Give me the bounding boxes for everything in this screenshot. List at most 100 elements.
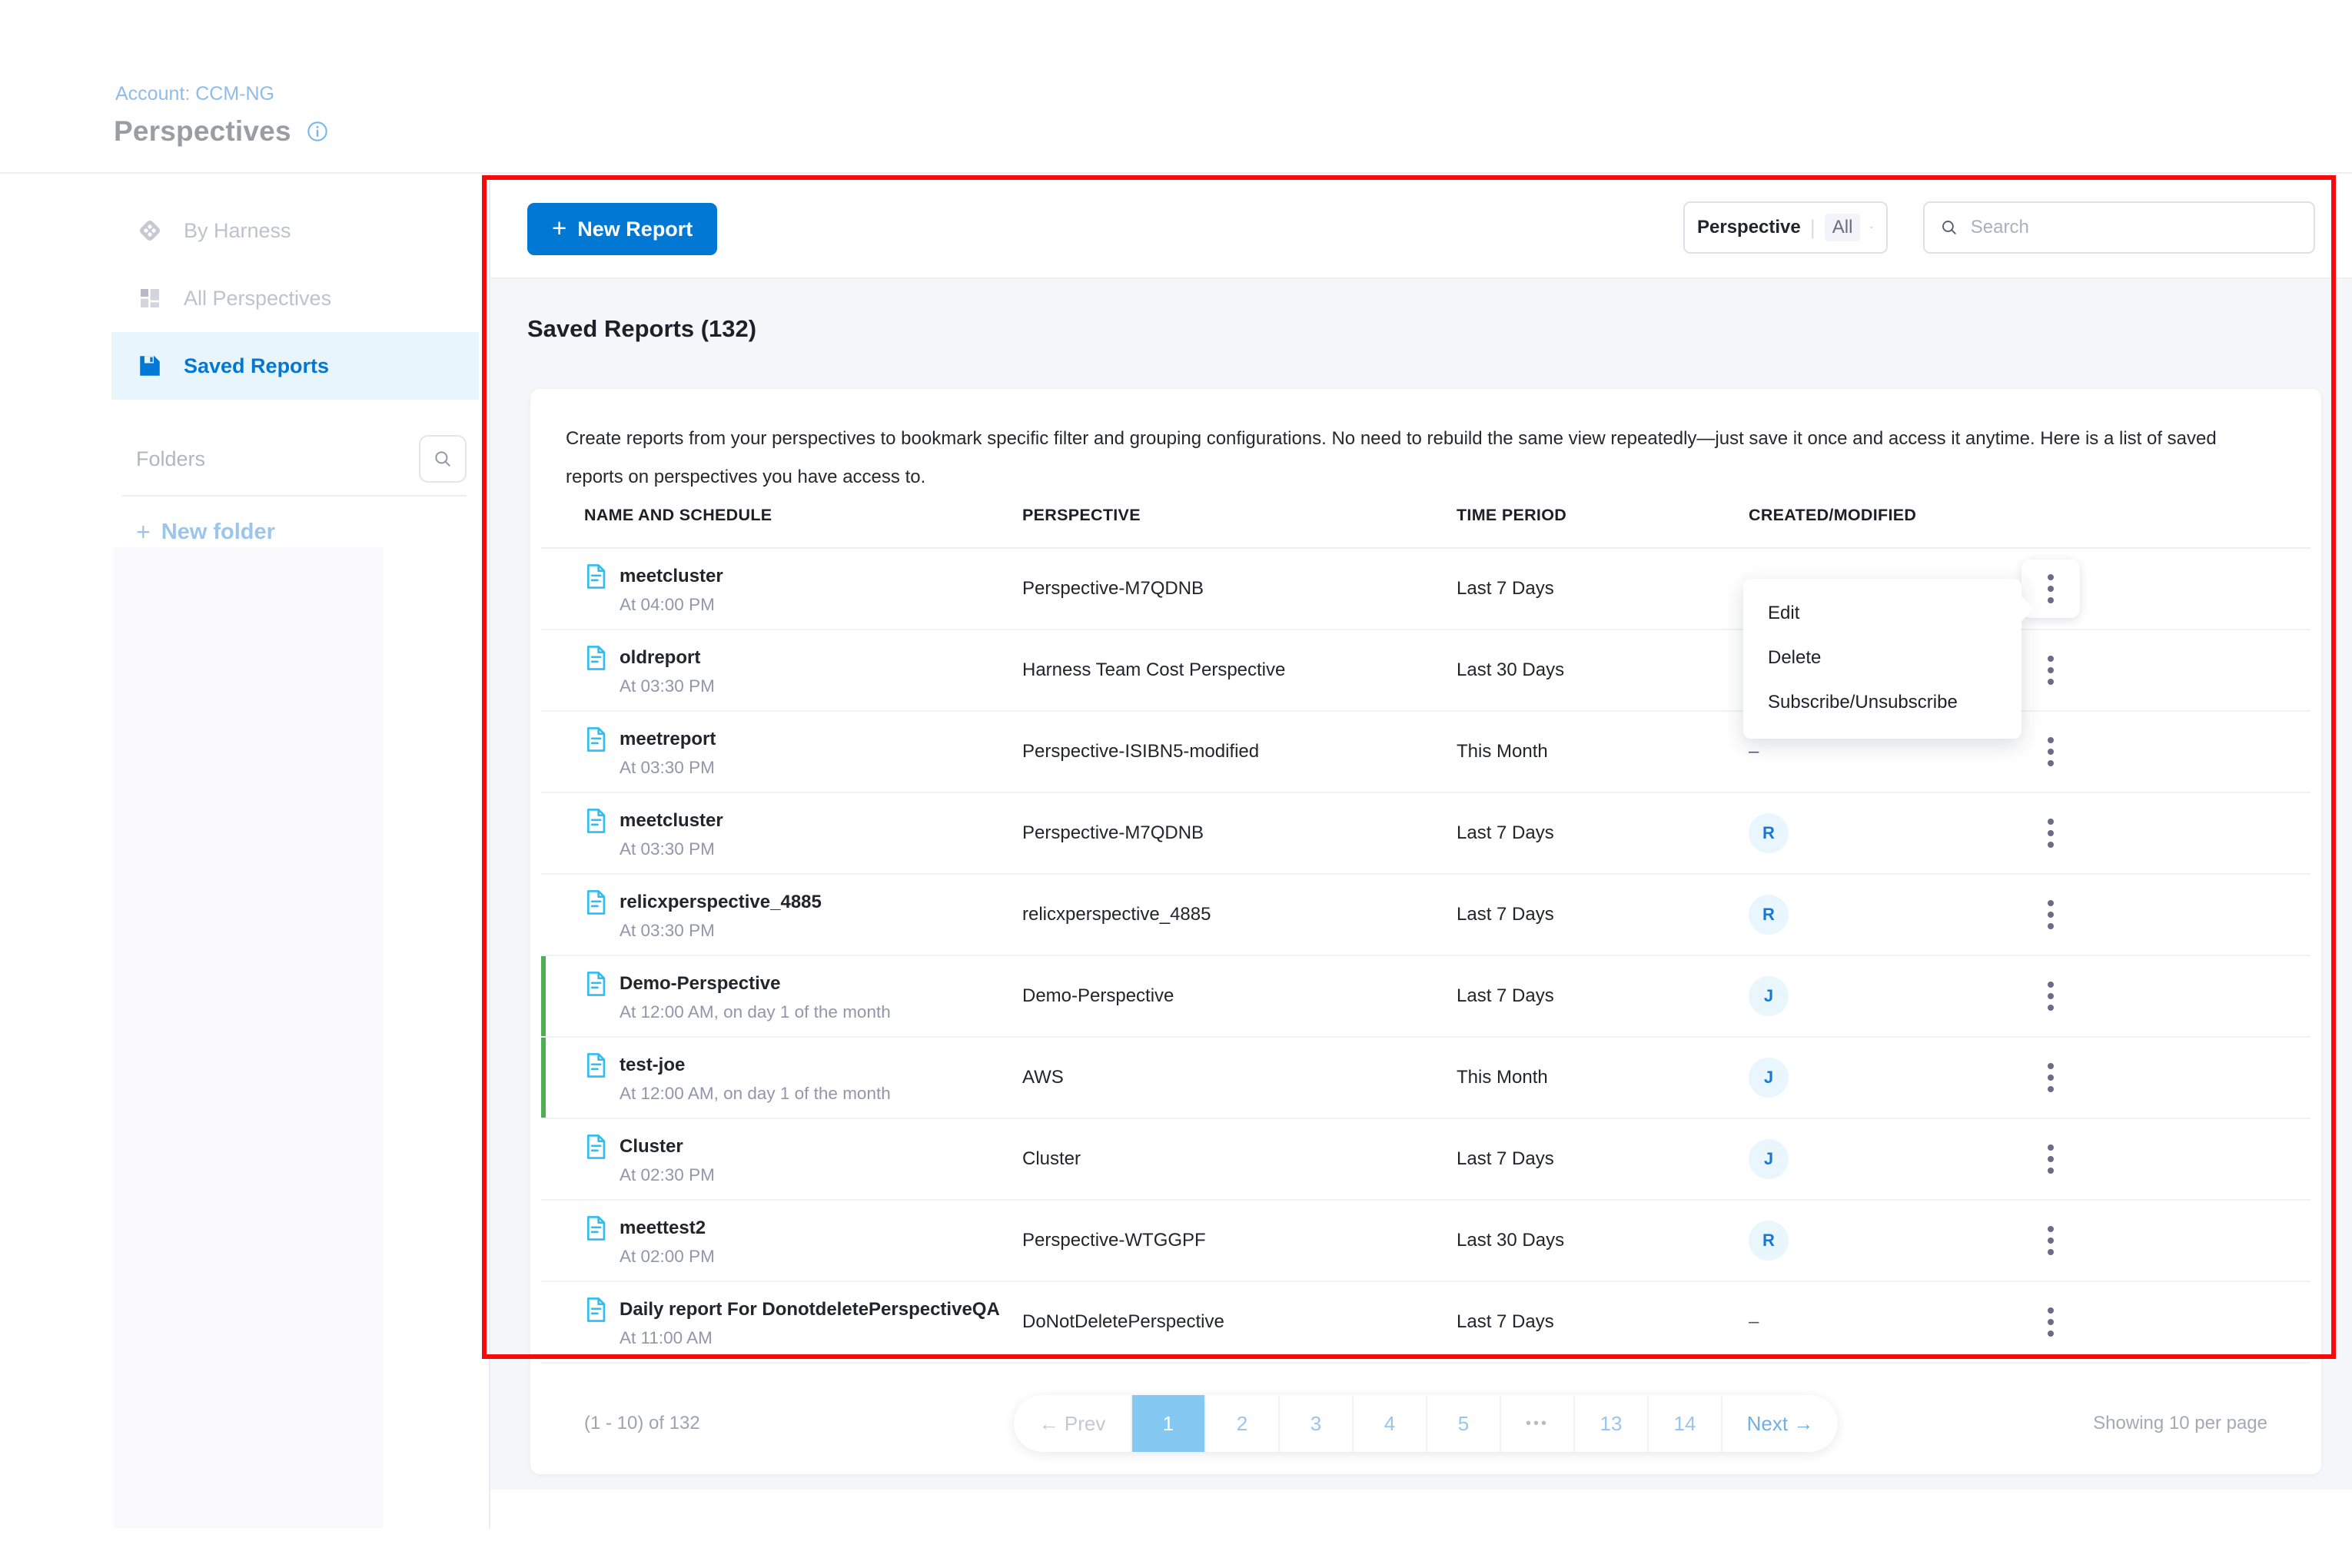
row-menu-kebab-button[interactable] <box>2021 1130 2080 1188</box>
report-schedule: At 03:30 PM <box>584 676 1022 696</box>
menu-item-edit[interactable]: Edit <box>1743 591 2021 636</box>
time-period-cell: Last 7 Days <box>1457 1148 1749 1170</box>
report-schedule: At 11:00 AM <box>584 1328 1022 1348</box>
report-schedule: At 04:00 PM <box>584 595 1022 615</box>
report-doc-icon <box>584 726 607 752</box>
row-menu-kebab-button[interactable] <box>2021 1293 2080 1351</box>
avatar: R <box>1749 813 1789 853</box>
perspective-cell: Demo-Perspective <box>1022 985 1457 1007</box>
page-title: Perspectives <box>114 115 291 148</box>
avatar: R <box>1749 1221 1789 1261</box>
pagination-page-1[interactable]: 1 <box>1131 1395 1204 1452</box>
folders-row: Folders <box>111 435 479 483</box>
saved-reports-card: Create reports from your perspectives to… <box>530 389 2321 1474</box>
report-name-cell[interactable]: Demo-PerspectiveAt 12:00 AM, on day 1 of… <box>584 971 1022 1022</box>
folders-label: Folders <box>136 447 205 471</box>
column-header-name: NAME AND SCHEDULE <box>584 506 1022 525</box>
table-row: meetreportAt 03:30 PMPerspective-ISIBN5-… <box>541 712 2310 793</box>
pagination-row: (1 - 10) of 132 ← Prev 12345•••1314Next … <box>530 1394 2321 1453</box>
table-row: Daily report For DonotdeletePerspectiveQ… <box>541 1282 2310 1364</box>
created-modified-cell: – <box>1749 741 2021 762</box>
perspective-cell: Perspective-M7QDNB <box>1022 822 1457 844</box>
grid-icon <box>136 284 164 312</box>
report-name: test-joe <box>620 1055 685 1076</box>
card-description: Create reports from your perspectives to… <box>566 420 2241 497</box>
pagination-page-5[interactable]: 5 <box>1426 1395 1500 1452</box>
table-row: meetclusterAt 03:30 PMPerspective-M7QDNB… <box>541 793 2310 875</box>
pagination-page-14[interactable]: 14 <box>1647 1395 1721 1452</box>
report-name-cell[interactable]: meetclusterAt 03:30 PM <box>584 808 1022 859</box>
report-doc-icon <box>584 889 607 915</box>
row-menu-kebab-button[interactable] <box>2021 1211 2080 1270</box>
report-doc-icon <box>584 563 607 590</box>
info-icon[interactable] <box>304 118 331 145</box>
report-name-cell[interactable]: relicxperspective_4885At 03:30 PM <box>584 889 1022 941</box>
report-doc-icon <box>584 808 607 834</box>
filter-separator: | <box>1810 216 1815 240</box>
report-doc-icon <box>584 971 607 997</box>
table-row: relicxperspective_4885At 03:30 PMrelicxp… <box>541 875 2310 956</box>
pagination-page-13[interactable]: 13 <box>1573 1395 1647 1452</box>
table-row: Demo-PerspectiveAt 12:00 AM, on day 1 of… <box>541 956 2310 1038</box>
report-name-cell[interactable]: meetreportAt 03:30 PM <box>584 726 1022 778</box>
report-name: Cluster <box>620 1136 683 1158</box>
report-name-cell[interactable]: oldreport At 03:30 PM <box>584 645 1022 696</box>
sidebar-item-label: By Harness <box>184 219 291 243</box>
row-menu-kebab-button[interactable] <box>2021 885 2080 944</box>
row-menu-kebab-button[interactable] <box>2021 641 2080 699</box>
sidebar: By Harness All Perspectives Saved Report… <box>111 197 479 546</box>
pagination-prev-button[interactable]: ← Prev <box>1014 1395 1131 1452</box>
new-folder-button[interactable]: + New folder <box>136 518 479 546</box>
new-report-button[interactable]: + New Report <box>527 203 717 255</box>
sidebar-skeleton-panel <box>114 547 383 1528</box>
search-input[interactable] <box>1971 217 2298 238</box>
pagination-range-label: (1 - 10) of 132 <box>584 1413 700 1434</box>
perspective-cell: Perspective-ISIBN5-modified <box>1022 741 1457 762</box>
pagination-page-4[interactable]: 4 <box>1352 1395 1426 1452</box>
sidebar-item-saved-reports[interactable]: Saved Reports <box>111 332 479 400</box>
search-box <box>1923 201 2315 254</box>
table-header-row: NAME AND SCHEDULE PERSPECTIVE TIME PERIO… <box>541 506 2310 525</box>
folders-search-button[interactable] <box>419 435 467 483</box>
time-period-cell: Last 30 Days <box>1457 659 1749 681</box>
pagination-ellipsis[interactable]: ••• <box>1500 1395 1573 1452</box>
report-name-cell[interactable]: meettest2At 02:00 PM <box>584 1215 1022 1267</box>
created-modified-cell: J <box>1749 976 2021 1016</box>
report-name: meetreport <box>620 729 716 750</box>
pagination-page-3[interactable]: 3 <box>1278 1395 1352 1452</box>
search-icon <box>1940 218 1958 238</box>
account-breadcrumb[interactable]: Account: CCM-NG <box>115 83 274 105</box>
filter-value-badge: All <box>1825 214 1861 241</box>
table-row: meetclusterAt 04:00 PMPerspective-M7QDNB… <box>541 549 2310 630</box>
report-name: meetcluster <box>620 566 723 587</box>
report-name: meetcluster <box>620 810 723 832</box>
perspective-cell: Cluster <box>1022 1148 1457 1170</box>
row-menu-kebab-button[interactable] <box>2021 1048 2080 1107</box>
time-period-cell: Last 7 Days <box>1457 985 1749 1007</box>
pagination-page-2[interactable]: 2 <box>1204 1395 1278 1452</box>
report-name-cell[interactable]: test-joeAt 12:00 AM, on day 1 of the mon… <box>584 1052 1022 1104</box>
time-period-cell: Last 7 Days <box>1457 578 1749 600</box>
new-folder-label: New folder <box>161 520 275 545</box>
report-name: oldreport <box>620 647 700 669</box>
report-name-cell[interactable]: meetcluster At 04:00 PM <box>584 563 1022 615</box>
menu-item-delete[interactable]: Delete <box>1743 636 2021 680</box>
search-icon <box>433 449 453 469</box>
report-doc-icon <box>584 1052 607 1078</box>
report-doc-icon <box>584 1297 607 1323</box>
menu-item-subscribe[interactable]: Subscribe/Unsubscribe <box>1743 680 2021 725</box>
row-menu-kebab-button[interactable] <box>2021 804 2080 862</box>
created-modified-cell: J <box>1749 1139 2021 1179</box>
row-menu-kebab-button[interactable] <box>2021 967 2080 1025</box>
report-name-cell[interactable]: ClusterAt 02:30 PM <box>584 1134 1022 1185</box>
row-menu-kebab-button[interactable] <box>2021 723 2080 781</box>
column-header-perspective: PERSPECTIVE <box>1022 506 1457 525</box>
created-modified-cell: J <box>1749 1058 2021 1098</box>
perspective-filter-dropdown[interactable]: Perspective | All <box>1683 201 1888 254</box>
sidebar-item-by-harness[interactable]: By Harness <box>111 197 479 264</box>
report-name-cell[interactable]: Daily report For DonotdeletePerspectiveQ… <box>584 1297 1022 1348</box>
pagination-next-button[interactable]: Next → <box>1721 1395 1838 1452</box>
sidebar-item-all-perspectives[interactable]: All Perspectives <box>111 264 479 332</box>
created-modified-empty: – <box>1749 1311 1759 1332</box>
created-modified-cell: R <box>1749 895 2021 935</box>
